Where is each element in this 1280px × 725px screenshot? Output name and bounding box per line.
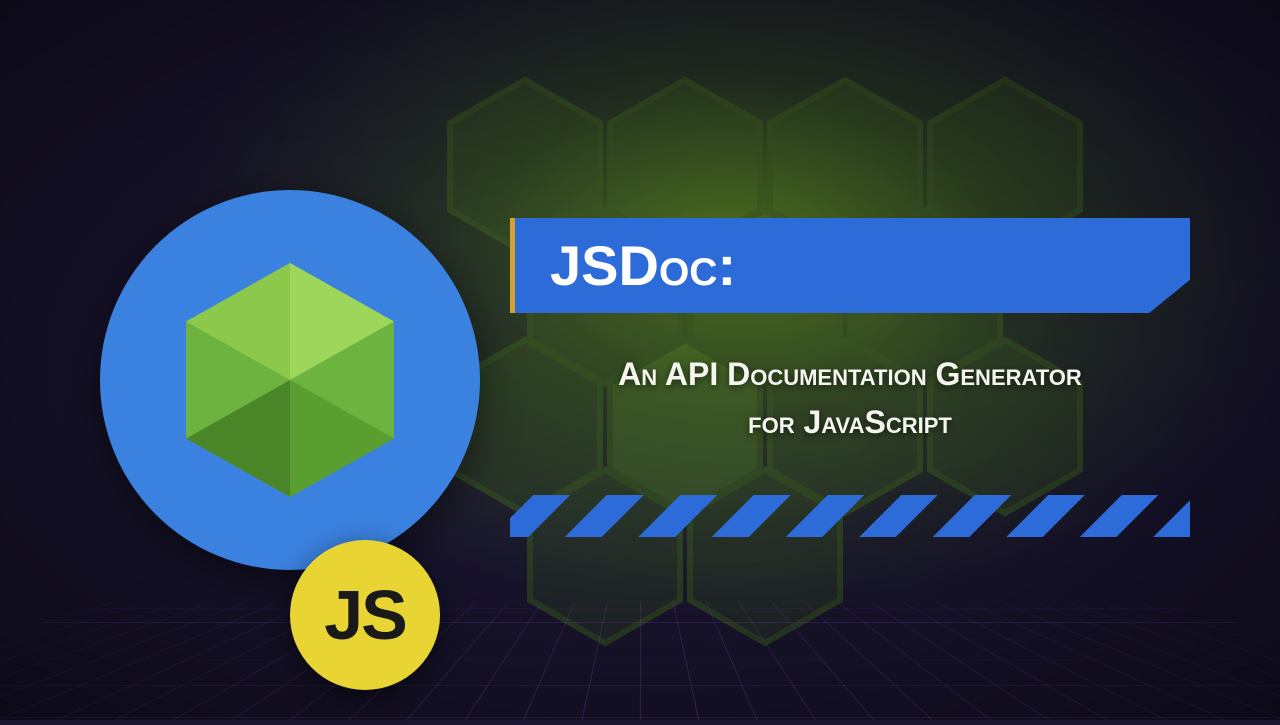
subtitle-line-2: for JavaScript [510,398,1190,446]
title-banner: JSDoc: [510,218,1190,313]
javascript-badge: JS [290,540,440,690]
nodejs-icon [160,250,420,510]
subtitle-line-1: An API Documentation Generator [510,350,1190,398]
subtitle-text: An API Documentation Generator for JavaS… [510,350,1190,446]
nodejs-badge [100,190,480,570]
hazard-stripe-divider [510,495,1190,537]
js-badge-text: JS [324,575,406,655]
title-text: JSDoc: [550,233,736,298]
